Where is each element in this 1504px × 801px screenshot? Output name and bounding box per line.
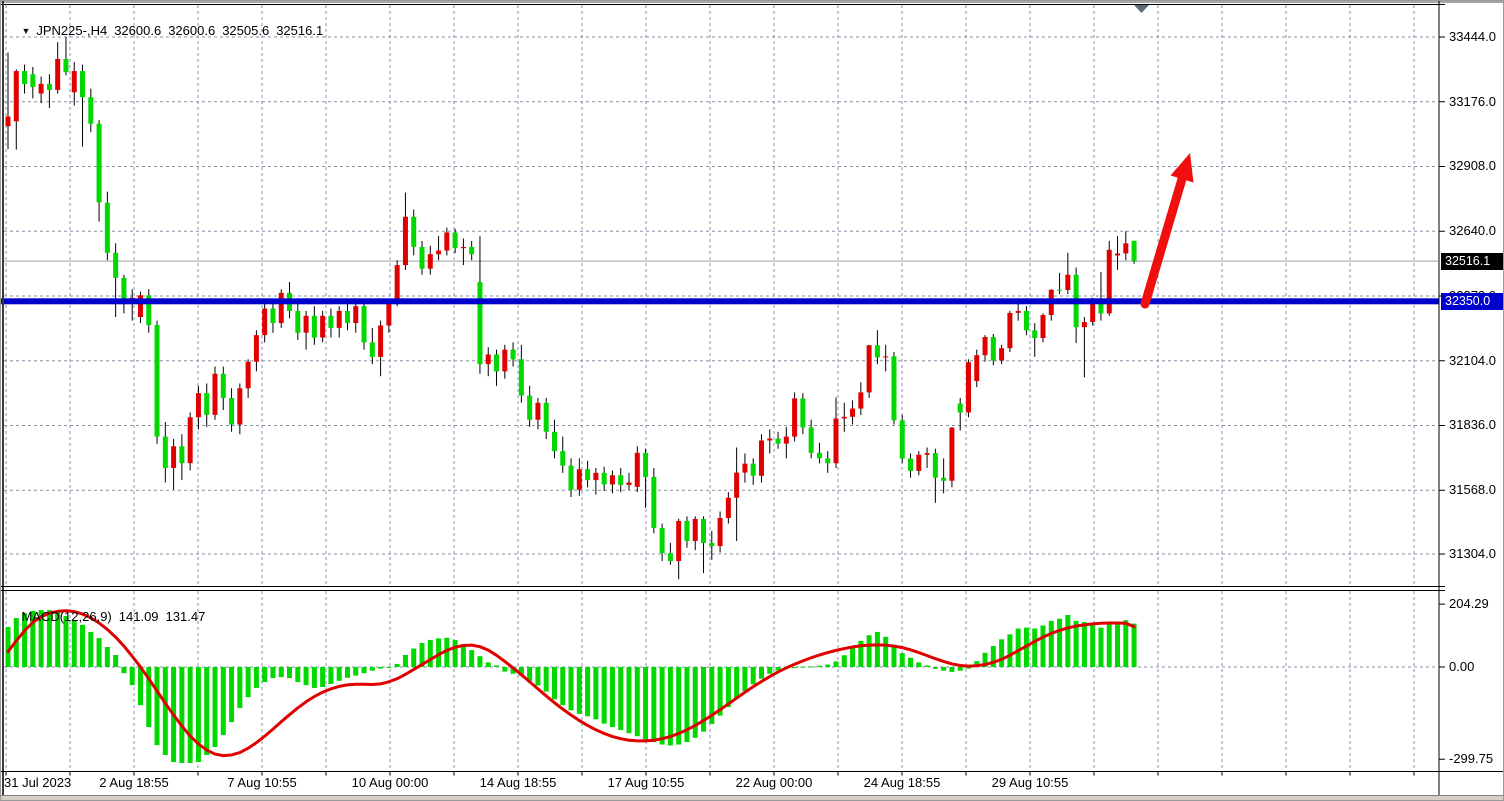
macd-main-value: 141.09 [119, 609, 159, 624]
price-tick-label: 31836.0 [1449, 417, 1504, 433]
chart-window: ▼JPN225-,H432600.632600.632505.632516.1 … [0, 0, 1504, 801]
macd-tick-label: 204.29 [1449, 596, 1504, 612]
support-level-badge: 32350.0 [1441, 293, 1503, 310]
ohlc-close: 32516.1 [276, 23, 323, 38]
price-tick-label: 33176.0 [1449, 94, 1504, 110]
support-line[interactable] [1, 298, 1439, 304]
symbol-period-label: JPN225-,H4 [36, 23, 107, 38]
symbol-dropdown-icon[interactable]: ▼ [21, 26, 30, 36]
chart-canvas[interactable] [1, 1, 1504, 801]
macd-tick-label: -299.75 [1449, 751, 1504, 767]
price-tick-label: 32640.0 [1449, 223, 1504, 239]
price-tick-label: 31304.0 [1449, 546, 1504, 562]
trend-arrow[interactable] [1145, 153, 1194, 304]
time-tick-label: 10 Aug 00:00 [345, 774, 435, 792]
time-tick-label: 31 Jul 2023 [4, 774, 71, 792]
time-tick-label: 29 Aug 10:55 [985, 774, 1075, 792]
time-tick-label: 7 Aug 10:55 [217, 774, 307, 792]
chart-header: ▼ JPN225-,H4 32600.6 32600.6 32505.6 32516.1 [7, 8, 323, 53]
macd-indicator-label: MACD(12,26,9) 141.09 131.47 [7, 594, 205, 639]
time-tick-label: 14 Aug 18:55 [473, 774, 563, 792]
time-tick-label: 2 Aug 18:55 [89, 774, 179, 792]
chart-shift-marker-icon[interactable] [1134, 5, 1149, 13]
window-bottom-edge [1, 795, 1504, 801]
grid-lines [4, 5, 1438, 771]
time-tick-label: 24 Aug 18:55 [857, 774, 947, 792]
current-price-badge: 32516.1 [1441, 253, 1503, 270]
macd-tick-label: 0.00 [1449, 659, 1504, 675]
ohlc-high: 32600.6 [168, 23, 215, 38]
price-tick-label: 32908.0 [1449, 158, 1504, 174]
price-tick-label: 32104.0 [1449, 353, 1504, 369]
price-tick-label: 31568.0 [1449, 482, 1504, 498]
price-tick-label: 33444.0 [1449, 29, 1504, 45]
macd-name: MACD(12,26,9) [21, 609, 111, 624]
ohlc-open: 32600.6 [114, 23, 161, 38]
time-tick-label: 22 Aug 00:00 [729, 774, 819, 792]
candlestick-series [6, 37, 1137, 579]
macd-signal-value: 131.47 [166, 609, 206, 624]
ohlc-low: 32505.6 [222, 23, 269, 38]
time-tick-label: 17 Aug 10:55 [601, 774, 691, 792]
